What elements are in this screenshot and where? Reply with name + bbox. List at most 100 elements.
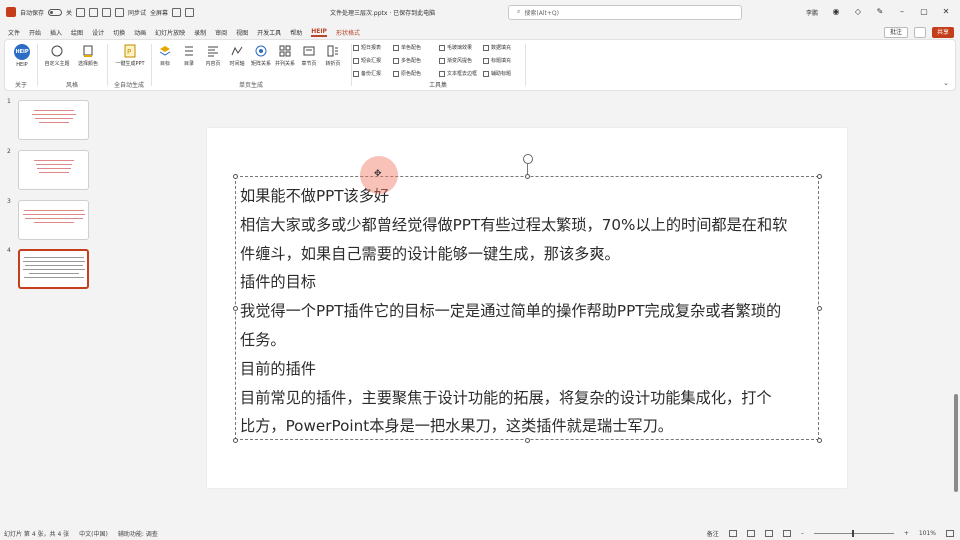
chk-meeting-report[interactable]: 短会汇报 bbox=[353, 57, 381, 64]
resize-handle[interactable] bbox=[233, 438, 238, 443]
slide-text-line: 目前常见的插件，主要聚焦于设计功能的拓展，将复杂的设计功能集成化，打个 bbox=[240, 388, 772, 407]
move-cursor-icon: ✥ bbox=[374, 169, 382, 179]
chk-daily-report[interactable]: 短日报表 bbox=[353, 44, 381, 51]
chk-single-color[interactable]: 单色配色 bbox=[393, 44, 421, 51]
slideshow-view-icon[interactable] bbox=[782, 529, 791, 537]
normal-view-icon[interactable] bbox=[728, 529, 737, 537]
chk-gradient[interactable]: 渐变风提色 bbox=[439, 57, 472, 64]
resize-handle[interactable] bbox=[817, 174, 822, 179]
thumb-number: 1 bbox=[7, 98, 11, 105]
language-indicator[interactable]: 中文(中国) bbox=[79, 529, 108, 538]
slide-body-text[interactable]: 如果能不做PPT该多好 相信大家或多或少都曾经觉得做PPT有些过程太繁琐，70%… bbox=[240, 182, 820, 441]
save-icon[interactable] bbox=[76, 7, 86, 17]
slideshow-label[interactable]: 全屏幕 bbox=[150, 8, 168, 17]
zoom-in-icon[interactable]: + bbox=[904, 530, 909, 537]
undo-icon[interactable] bbox=[89, 7, 99, 17]
autosave-toggle[interactable] bbox=[48, 8, 63, 16]
slide-text-line: 我觉得一个PPT插件它的目标一定是通过简单的操作帮助PPT完成复杂或者繁琐的 bbox=[240, 302, 782, 321]
tab-shape-format[interactable]: 形状格式 bbox=[336, 28, 360, 37]
rotate-handle-icon[interactable] bbox=[523, 154, 533, 164]
collapse-ribbon-icon[interactable]: ⌄ bbox=[943, 79, 949, 87]
vertical-scrollbar[interactable] bbox=[952, 92, 960, 522]
tab-developer[interactable]: 开发工具 bbox=[257, 28, 281, 37]
lightbulb-icon[interactable]: ◇ bbox=[854, 8, 862, 16]
slide-thumbnail-2[interactable] bbox=[18, 150, 89, 190]
tab-insert[interactable]: 插入 bbox=[50, 28, 62, 37]
comment-button[interactable]: 批注 bbox=[883, 26, 908, 38]
slide-text-line: 如果能不做PPT该多好 bbox=[240, 187, 390, 205]
reading-view-icon[interactable] bbox=[764, 529, 773, 537]
slide-thumbnail-4[interactable] bbox=[18, 249, 89, 289]
tab-slideshow[interactable]: 幻灯片放映 bbox=[155, 28, 185, 37]
sorter-view-icon[interactable] bbox=[746, 529, 755, 537]
chk-backup-report[interactable]: 备份汇报 bbox=[353, 70, 381, 77]
autosave-label: 自动保存 bbox=[20, 9, 45, 17]
slide-thumbnail-1[interactable] bbox=[18, 100, 89, 140]
chk-title-fill[interactable]: 标题填充 bbox=[483, 57, 511, 64]
maximize-icon[interactable]: ▢ bbox=[920, 8, 928, 16]
heip-button[interactable]: HEIP HEIP bbox=[9, 44, 35, 68]
resize-handle[interactable] bbox=[233, 306, 238, 311]
present-button[interactable] bbox=[913, 26, 926, 38]
tab-record[interactable]: 录制 bbox=[194, 28, 206, 37]
search-placeholder: 搜索(Alt+Q) bbox=[524, 9, 559, 17]
fit-to-window-icon[interactable] bbox=[946, 529, 954, 537]
zoom-slider[interactable] bbox=[813, 529, 894, 537]
search-icon: ⌕ bbox=[517, 8, 521, 15]
search-box[interactable]: ⌕ 搜索(Alt+Q) bbox=[508, 4, 742, 20]
account-icon[interactable]: ◉ bbox=[832, 8, 840, 16]
tab-file[interactable]: 文件 bbox=[8, 28, 20, 37]
choose-color-button[interactable]: 选择颜色 bbox=[73, 44, 103, 67]
close-icon[interactable]: ✕ bbox=[942, 8, 950, 16]
user-name[interactable]: 李鹏 bbox=[806, 8, 818, 17]
timeline-icon bbox=[231, 46, 243, 56]
one-click-ppt-button[interactable]: P 一键生成PPT bbox=[113, 44, 147, 67]
tab-heip[interactable]: HEIP bbox=[311, 28, 327, 37]
chapter-page-button[interactable]: 章节页 bbox=[297, 44, 321, 67]
share-button[interactable]: 共享 bbox=[931, 26, 954, 38]
chk-glass-effect[interactable]: 毛玻璃效果 bbox=[439, 44, 472, 51]
resize-handle[interactable] bbox=[525, 174, 530, 179]
content-page-button[interactable]: 内容页 bbox=[201, 44, 225, 67]
chk-sub-title[interactable]: 辅助标题 bbox=[483, 70, 511, 77]
minimize-icon[interactable]: – bbox=[898, 8, 906, 16]
toc-button[interactable]: 目录 bbox=[177, 44, 201, 67]
slide-counter: 幻灯片 第 4 张，共 4 张 bbox=[4, 530, 70, 538]
transition-page-button[interactable]: 转折页 bbox=[321, 44, 345, 67]
slide-text-line: 相信大家或多或少都曾经觉得做PPT有些过程太繁琐，70%以上的时间都是在和软 bbox=[240, 215, 788, 234]
sync-label[interactable]: 同步试 bbox=[128, 8, 146, 17]
pen-icon[interactable]: ✎ bbox=[876, 8, 884, 16]
tab-transitions[interactable]: 切换 bbox=[113, 28, 125, 37]
zoom-level[interactable]: 101% bbox=[919, 530, 936, 537]
timeline-button[interactable]: 时间轴 bbox=[225, 44, 249, 67]
chk-remove-border[interactable]: 文本框去边框 bbox=[439, 70, 477, 77]
zoom-out-icon[interactable]: – bbox=[801, 530, 804, 537]
document-title[interactable]: 文件处理三层次.pptx · 已保存到此电脑 bbox=[330, 8, 500, 17]
redo-icon[interactable] bbox=[102, 7, 112, 17]
tab-review[interactable]: 审阅 bbox=[215, 28, 227, 37]
tab-animations[interactable]: 动画 bbox=[134, 28, 146, 37]
tab-design[interactable]: 设计 bbox=[92, 28, 104, 37]
notes-button[interactable]: 备注 bbox=[707, 529, 719, 538]
chk-original-color[interactable]: 原色配色 bbox=[393, 70, 421, 77]
slide-text-line: 插件的目标 bbox=[240, 273, 316, 292]
accessibility-status[interactable]: 辅助功能: 调查 bbox=[118, 529, 158, 538]
tab-home[interactable]: 开始 bbox=[29, 28, 41, 37]
tab-view[interactable]: 视图 bbox=[236, 28, 248, 37]
customize-icon[interactable] bbox=[185, 7, 195, 17]
resize-handle[interactable] bbox=[233, 174, 238, 179]
slide-thumbnail-3[interactable] bbox=[18, 200, 89, 240]
custom-theme-button[interactable]: 自定义主题 bbox=[41, 44, 73, 67]
tab-help[interactable]: 帮助 bbox=[290, 28, 302, 37]
format-painter-icon[interactable] bbox=[115, 7, 125, 17]
parallel-button[interactable]: 并列关系 bbox=[273, 44, 297, 67]
matrix-button[interactable]: 矩阵关系 bbox=[249, 44, 273, 67]
scroll-thumb[interactable] bbox=[954, 394, 958, 492]
target-button[interactable]: 目标 bbox=[153, 44, 177, 67]
slide-text-line: 任务。 bbox=[240, 330, 286, 349]
title-bar: 自动保存 关 同步试 全屏幕 文件处理三层次.pptx · 已保存到此电脑 ⌕ … bbox=[0, 0, 960, 24]
chk-multi-color[interactable]: 多色配色 bbox=[393, 57, 421, 64]
tab-draw[interactable]: 绘图 bbox=[71, 28, 83, 37]
image-icon[interactable] bbox=[172, 7, 182, 17]
chk-data-fill[interactable]: 数据填充 bbox=[483, 44, 511, 51]
